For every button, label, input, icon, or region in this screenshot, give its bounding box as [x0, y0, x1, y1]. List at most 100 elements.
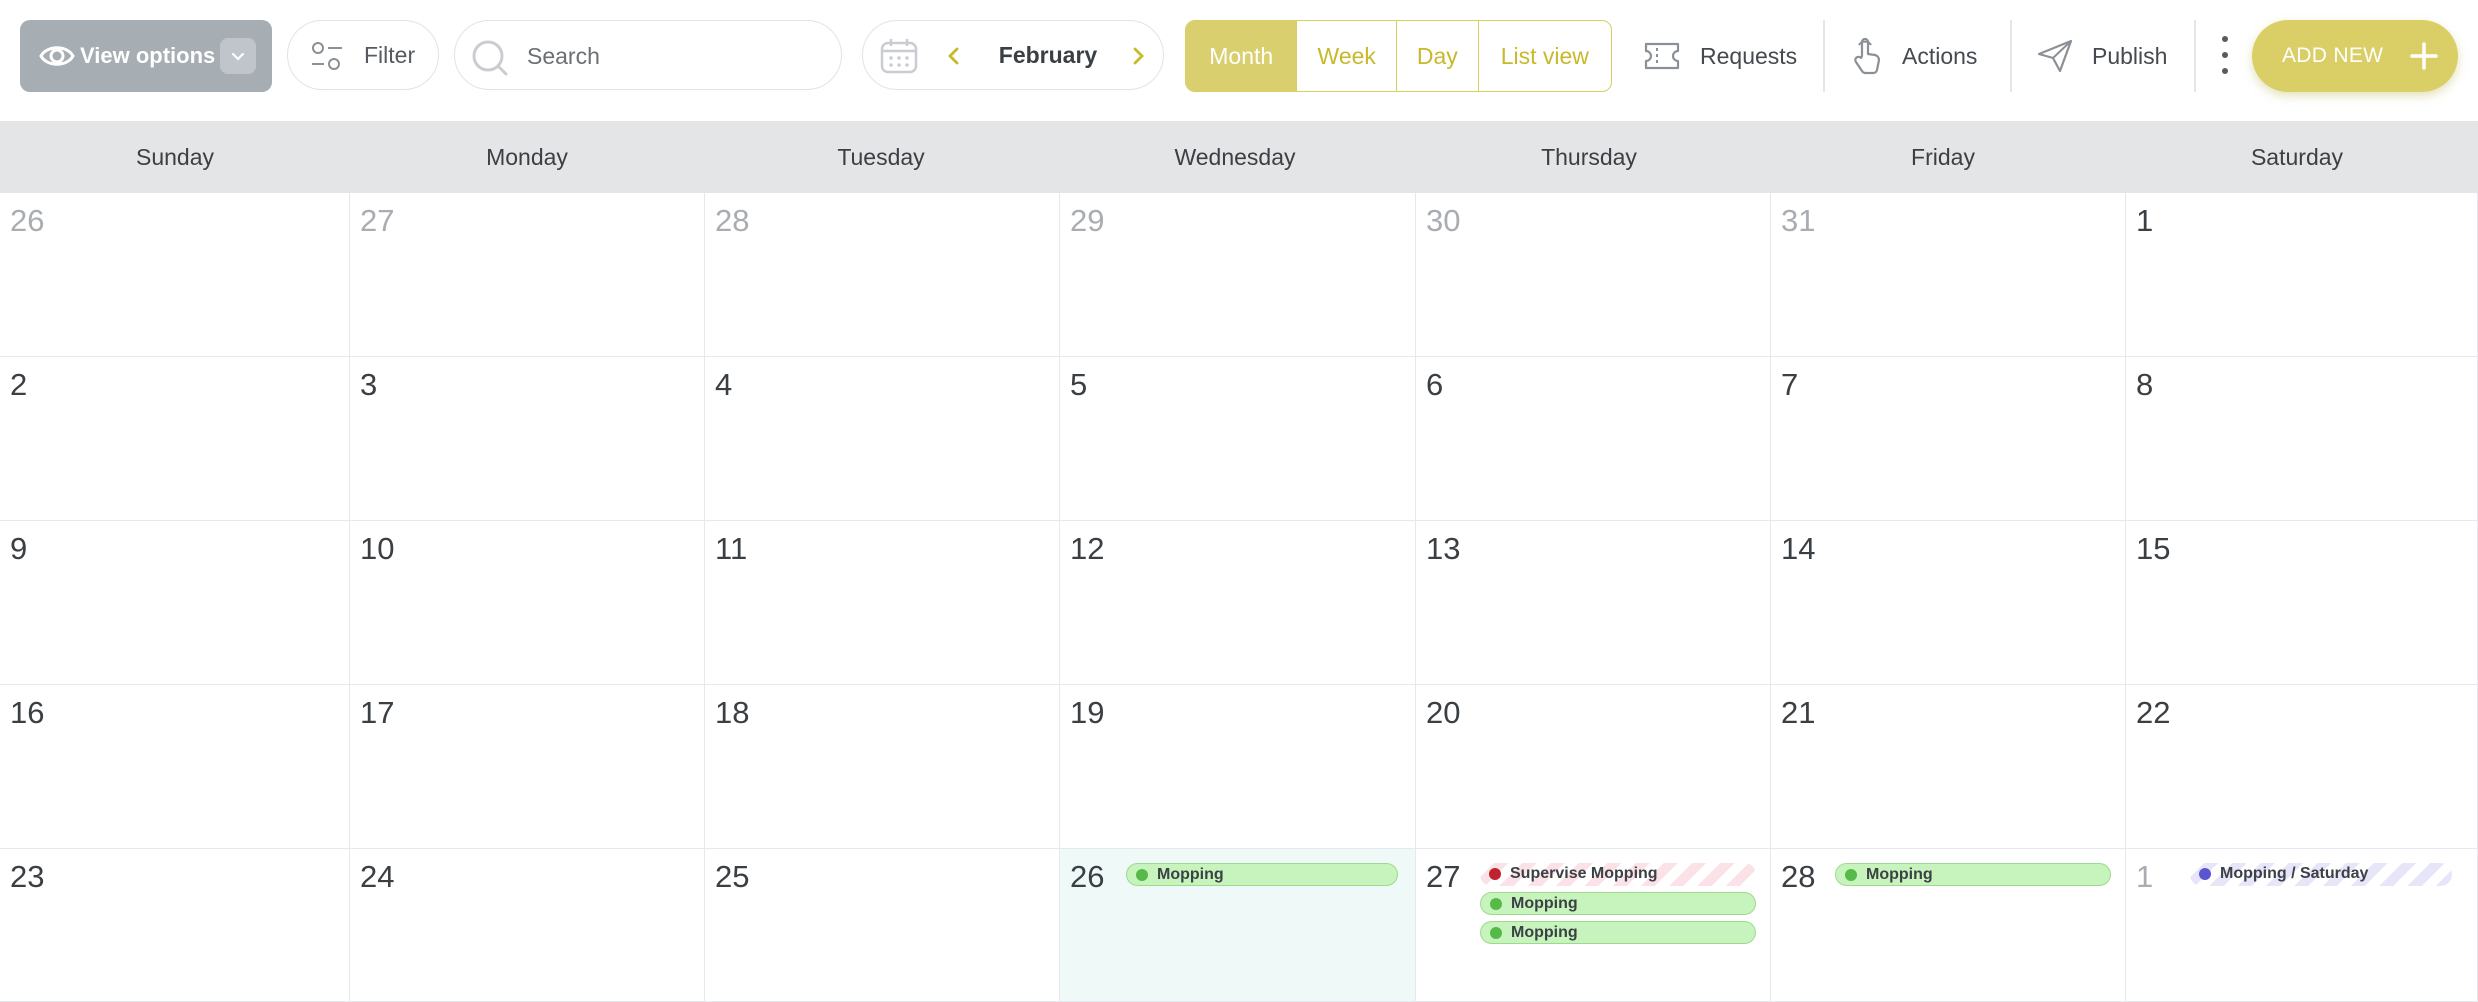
view-day-tab[interactable]: Day	[1397, 21, 1479, 91]
day-cell[interactable]: 8	[2126, 357, 2478, 521]
search-input[interactable]	[525, 33, 829, 79]
weekday-label: Sunday	[135, 144, 214, 170]
day-cell[interactable]: 3	[350, 357, 705, 521]
event-chip[interactable]: Supervise Mopping	[1480, 863, 1756, 886]
day-number: 28	[715, 203, 750, 238]
day-cell[interactable]: 26 Mopping	[1060, 849, 1416, 1002]
day-cell[interactable]: 27 Supervise Mopping Mopping Mopping	[1416, 849, 1771, 1002]
day-cell[interactable]: 7	[1771, 357, 2126, 521]
day-cell[interactable]: 29	[1060, 193, 1416, 357]
day-cell[interactable]: 15	[2126, 521, 2478, 685]
weekday-label: Friday	[1911, 144, 1975, 170]
day-cell[interactable]: 11	[705, 521, 1060, 685]
day-cell[interactable]: 1	[2126, 193, 2478, 357]
event-label: Mopping	[1511, 895, 1578, 912]
day-cell[interactable]: 25	[705, 849, 1060, 1002]
day-number: 14	[1781, 531, 1816, 566]
day-cell[interactable]: 10	[350, 521, 705, 685]
search-box	[454, 20, 842, 90]
day-number: 30	[1426, 203, 1461, 238]
add-new-label: ADD NEW	[2282, 44, 2384, 67]
current-month-label: February	[998, 42, 1098, 68]
ticket-icon	[1644, 42, 1680, 70]
day-cell[interactable]: 19	[1060, 685, 1416, 849]
publish-label: Publish	[2092, 42, 2168, 69]
actions-label: Actions	[1902, 42, 1978, 69]
day-cell[interactable]: 14	[1771, 521, 2126, 685]
day-number: 2	[10, 367, 28, 402]
day-number: 27	[360, 203, 395, 238]
day-number: 24	[360, 859, 395, 894]
more-options-kebab-icon[interactable]	[2210, 30, 2240, 80]
day-cell[interactable]: 9	[0, 521, 350, 685]
day-cell[interactable]: 5	[1060, 357, 1416, 521]
day-cell[interactable]: 6	[1416, 357, 1771, 521]
day-cell[interactable]: 30	[1416, 193, 1771, 357]
day-cell[interactable]: 28 Mopping	[1771, 849, 2126, 1002]
day-number: 5	[1070, 367, 1088, 402]
day-cell[interactable]: 12	[1060, 521, 1416, 685]
plus-icon	[2410, 42, 2438, 70]
day-cell[interactable]: 1 Mopping / Saturday	[2126, 849, 2478, 1002]
day-cell[interactable]: 18	[705, 685, 1060, 849]
toolbar-divider	[2010, 20, 2012, 92]
view-options-button[interactable]: View options	[20, 20, 272, 92]
actions-button[interactable]: Actions	[1850, 20, 1977, 92]
publish-button[interactable]: Publish	[2036, 20, 2167, 92]
sliders-icon	[312, 42, 342, 70]
day-number: 22	[2136, 695, 2171, 730]
day-number: 21	[1781, 695, 1816, 730]
weekday-header: Sunday Monday Tuesday Wednesday Thursday…	[0, 121, 2478, 193]
day-cell[interactable]: 17	[350, 685, 705, 849]
calendar-icon[interactable]	[879, 37, 919, 75]
day-cell[interactable]: 4	[705, 357, 1060, 521]
view-options-dropdown[interactable]	[220, 38, 256, 74]
event-chip[interactable]: Mopping	[1126, 863, 1398, 886]
event-chip[interactable]: Mopping	[1480, 892, 1756, 915]
requests-label: Requests	[1700, 42, 1798, 69]
day-cell[interactable]: 27	[350, 193, 705, 357]
day-cell[interactable]: 20	[1416, 685, 1771, 849]
filter-button[interactable]: Filter	[287, 20, 439, 90]
day-number: 31	[1781, 203, 1816, 238]
weekday-label: Wednesday	[1174, 144, 1296, 170]
view-week-tab[interactable]: Week	[1297, 21, 1397, 91]
day-number: 15	[2136, 531, 2171, 566]
weekday-label: Monday	[486, 144, 568, 170]
day-cell[interactable]: 2	[0, 357, 350, 521]
day-cell[interactable]: 22	[2126, 685, 2478, 849]
day-number: 20	[1426, 695, 1461, 730]
day-cell[interactable]: 26	[0, 193, 350, 357]
requests-button[interactable]: Requests	[1642, 20, 1797, 92]
day-cell[interactable]: 28	[705, 193, 1060, 357]
add-new-button[interactable]: ADD NEW	[2252, 20, 2458, 92]
view-switcher: Month Week Day List view	[1185, 20, 1612, 92]
hand-pointer-icon	[1854, 37, 1881, 75]
view-list-tab[interactable]: List view	[1479, 21, 1611, 91]
chevron-down-icon	[231, 52, 245, 61]
event-status-dot	[1489, 868, 1501, 880]
day-number: 9	[10, 531, 28, 566]
day-number: 25	[715, 859, 750, 894]
day-number: 18	[715, 695, 750, 730]
event-status-dot	[2199, 868, 2211, 880]
day-number: 1	[2136, 203, 2154, 238]
month-navigator: February	[862, 20, 1164, 90]
event-chip[interactable]: Mopping	[1480, 921, 1756, 944]
day-cell[interactable]: 16	[0, 685, 350, 849]
day-number: 11	[715, 531, 748, 566]
event-chip[interactable]: Mopping	[1835, 863, 2111, 886]
view-month-tab[interactable]: Month	[1186, 21, 1298, 91]
day-cell[interactable]: 13	[1416, 521, 1771, 685]
next-month-chevron-icon[interactable]	[1123, 41, 1153, 71]
day-number: 27	[1426, 859, 1461, 894]
prev-month-chevron-icon[interactable]	[939, 41, 969, 71]
day-cell[interactable]: 23	[0, 849, 350, 1002]
day-number: 23	[10, 859, 45, 894]
view-options-label: View options	[80, 43, 216, 68]
day-number: 12	[1070, 531, 1105, 566]
event-chip[interactable]: Mopping / Saturday	[2190, 863, 2452, 886]
day-cell[interactable]: 24	[350, 849, 705, 1002]
day-cell[interactable]: 31	[1771, 193, 2126, 357]
day-cell[interactable]: 21	[1771, 685, 2126, 849]
